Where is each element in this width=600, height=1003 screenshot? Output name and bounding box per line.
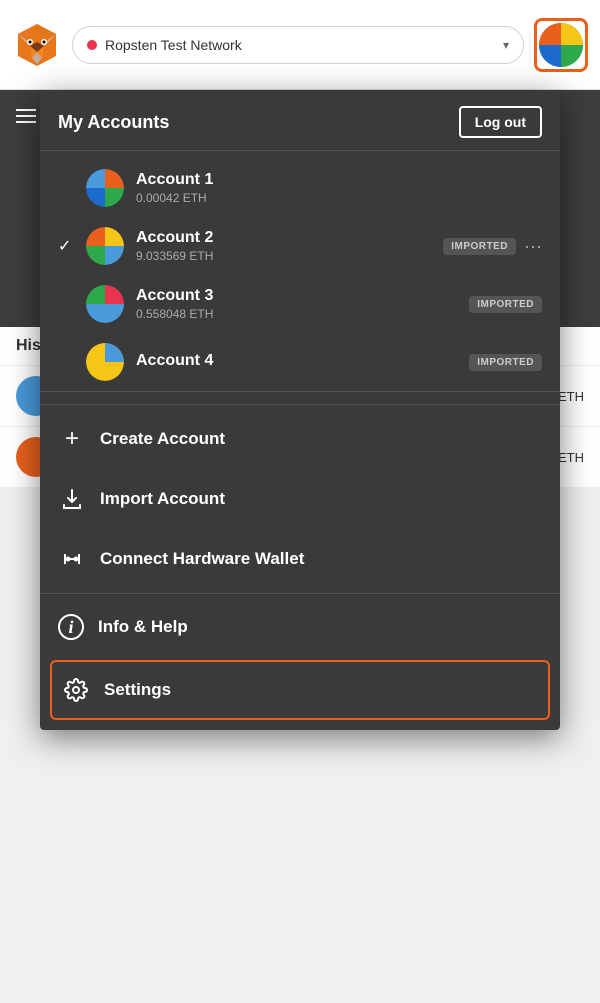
account-info-2: Account 2 9.033569 ETH <box>136 229 435 263</box>
account-item-3[interactable]: Account 3 0.558048 ETH IMPORTED <box>40 275 560 333</box>
account-name-3: Account 3 <box>136 287 461 305</box>
account-balance-1: 0.00042 ETH <box>136 191 542 205</box>
account-name-4: Account 4 <box>136 352 461 370</box>
network-name: Ropsten Test Network <box>105 37 495 53</box>
imported-badge-4: IMPORTED <box>469 354 542 371</box>
hamburger-menu[interactable] <box>16 109 36 123</box>
account-name-1: Account 1 <box>136 171 542 189</box>
account-bar-left <box>16 109 36 123</box>
account-avatar-4 <box>86 343 124 381</box>
network-status-dot <box>87 40 97 50</box>
overlay-header: My Accounts Log out <box>40 90 560 151</box>
imported-badge-3: IMPORTED <box>469 296 542 313</box>
account-item-2[interactable]: ✓ Account 2 9.033569 ETH IMPORTED ··· <box>40 217 560 275</box>
create-account-item[interactable]: + Create Account <box>40 409 560 469</box>
network-selector[interactable]: Ropsten Test Network ▾ <box>72 26 524 64</box>
create-account-icon: + <box>58 425 86 453</box>
import-account-label: Import Account <box>100 489 225 509</box>
divider-1 <box>40 404 560 405</box>
divider-2 <box>40 593 560 594</box>
create-account-label: Create Account <box>100 429 225 449</box>
metamask-fox-logo <box>12 20 62 70</box>
top-bar: Ropsten Test Network ▾ <box>0 0 600 90</box>
logout-button[interactable]: Log out <box>459 106 542 138</box>
account-info-3: Account 3 0.558048 ETH <box>136 287 461 321</box>
account-name-2: Account 2 <box>136 229 435 247</box>
settings-label: Settings <box>104 680 171 700</box>
settings-item[interactable]: Settings <box>50 660 550 720</box>
account-balance-3: 0.558048 ETH <box>136 307 461 321</box>
account-avatar-button[interactable] <box>534 18 588 72</box>
account-info-4: Account 4 <box>136 352 461 372</box>
import-account-icon <box>58 485 86 513</box>
imported-badge-2: IMPORTED <box>443 238 516 255</box>
import-account-item[interactable]: Import Account <box>40 469 560 529</box>
account-info-1: Account 1 0.00042 ETH <box>136 171 542 205</box>
info-help-label: Info & Help <box>98 617 188 637</box>
settings-gear-icon <box>62 676 90 704</box>
info-help-icon: i <box>58 614 84 640</box>
account-options-2[interactable]: ··· <box>524 236 542 257</box>
overlay-title: My Accounts <box>58 112 169 133</box>
account-balance-2: 9.033569 ETH <box>136 249 435 263</box>
chevron-down-icon: ▾ <box>503 38 509 52</box>
account-avatar-1 <box>86 169 124 207</box>
account-avatar-icon <box>537 21 585 69</box>
account-avatar-2 <box>86 227 124 265</box>
connect-hardware-wallet-item[interactable]: Connect Hardware Wallet <box>40 529 560 589</box>
account-item-4[interactable]: Account 4 IMPORTED <box>40 333 560 392</box>
account-item-1[interactable]: Account 1 0.00042 ETH <box>40 159 560 217</box>
active-check-2: ✓ <box>58 236 78 256</box>
hardware-wallet-icon <box>58 545 86 573</box>
info-help-item[interactable]: i Info & Help <box>40 598 560 656</box>
account-list: Account 1 0.00042 ETH ✓ Account 2 9.0335… <box>40 151 560 400</box>
accounts-overlay: My Accounts Log out Account 1 0.00042 ET… <box>40 90 560 730</box>
connect-hardware-wallet-label: Connect Hardware Wallet <box>100 549 304 569</box>
account-avatar-3 <box>86 285 124 323</box>
